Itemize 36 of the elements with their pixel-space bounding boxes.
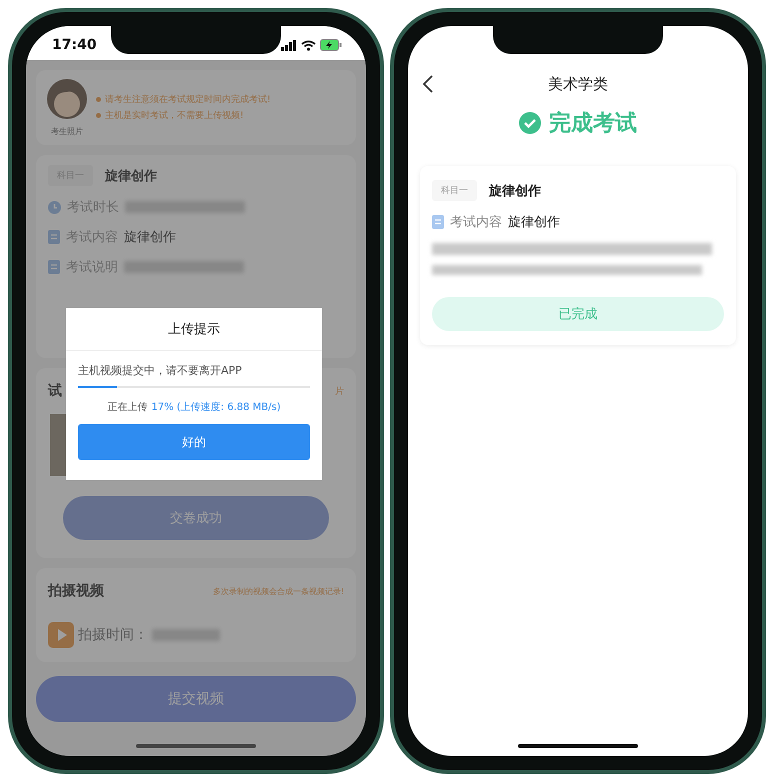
- submitted-button[interactable]: 交卷成功: [63, 496, 329, 540]
- submit-video-button[interactable]: 提交视频: [36, 676, 356, 722]
- back-icon[interactable]: [422, 74, 434, 94]
- upload-status-value: 17% (上传速度: 6.88 MB/s): [151, 400, 281, 414]
- warning-tip: 主机是实时考试，不需要上传视频!: [105, 110, 244, 122]
- wifi-icon: [301, 40, 316, 50]
- result-title: 完成考试: [549, 110, 637, 138]
- hint-text: 多次录制的视频会合成一条视频记录!: [212, 586, 344, 596]
- dialog-message: 主机视频提交中，请不要离开APP: [77, 363, 243, 379]
- check-circle-icon: [519, 112, 541, 134]
- upload-status-label: 正在上传: [107, 400, 148, 414]
- page-title: 美术学类: [548, 74, 608, 94]
- document-icon: [432, 215, 444, 229]
- info-label: 考试内容: [450, 214, 502, 231]
- clock-icon: [48, 200, 61, 214]
- section-title: 试: [48, 382, 62, 400]
- section-title: 拍摄视频: [48, 582, 104, 600]
- ok-button[interactable]: 好的: [78, 424, 310, 460]
- record-time-label: 拍摄时间：: [78, 626, 148, 644]
- info-value: 旋律创作: [508, 214, 560, 231]
- document-icon: [48, 260, 60, 274]
- warning-tip: 请考生注意须在考试规定时间内完成考试!: [105, 94, 271, 106]
- info-value: 旋律创作: [124, 229, 176, 246]
- hint-text: 片: [335, 386, 344, 398]
- dialog-title: 上传提示: [66, 308, 322, 351]
- document-icon: [48, 230, 60, 244]
- subject-name: 旋律创作: [105, 168, 157, 184]
- subject-name: 旋律创作: [489, 182, 541, 200]
- bullet-icon: [96, 97, 101, 102]
- bullet-icon: [96, 113, 101, 118]
- battery-icon: [320, 39, 342, 51]
- status-time: 17:40: [52, 37, 97, 53]
- subject-tag: 科目一: [432, 180, 477, 201]
- completed-button[interactable]: 已完成: [432, 297, 724, 331]
- photo-label: 考生照片: [51, 126, 83, 137]
- signal-icon: [281, 40, 297, 50]
